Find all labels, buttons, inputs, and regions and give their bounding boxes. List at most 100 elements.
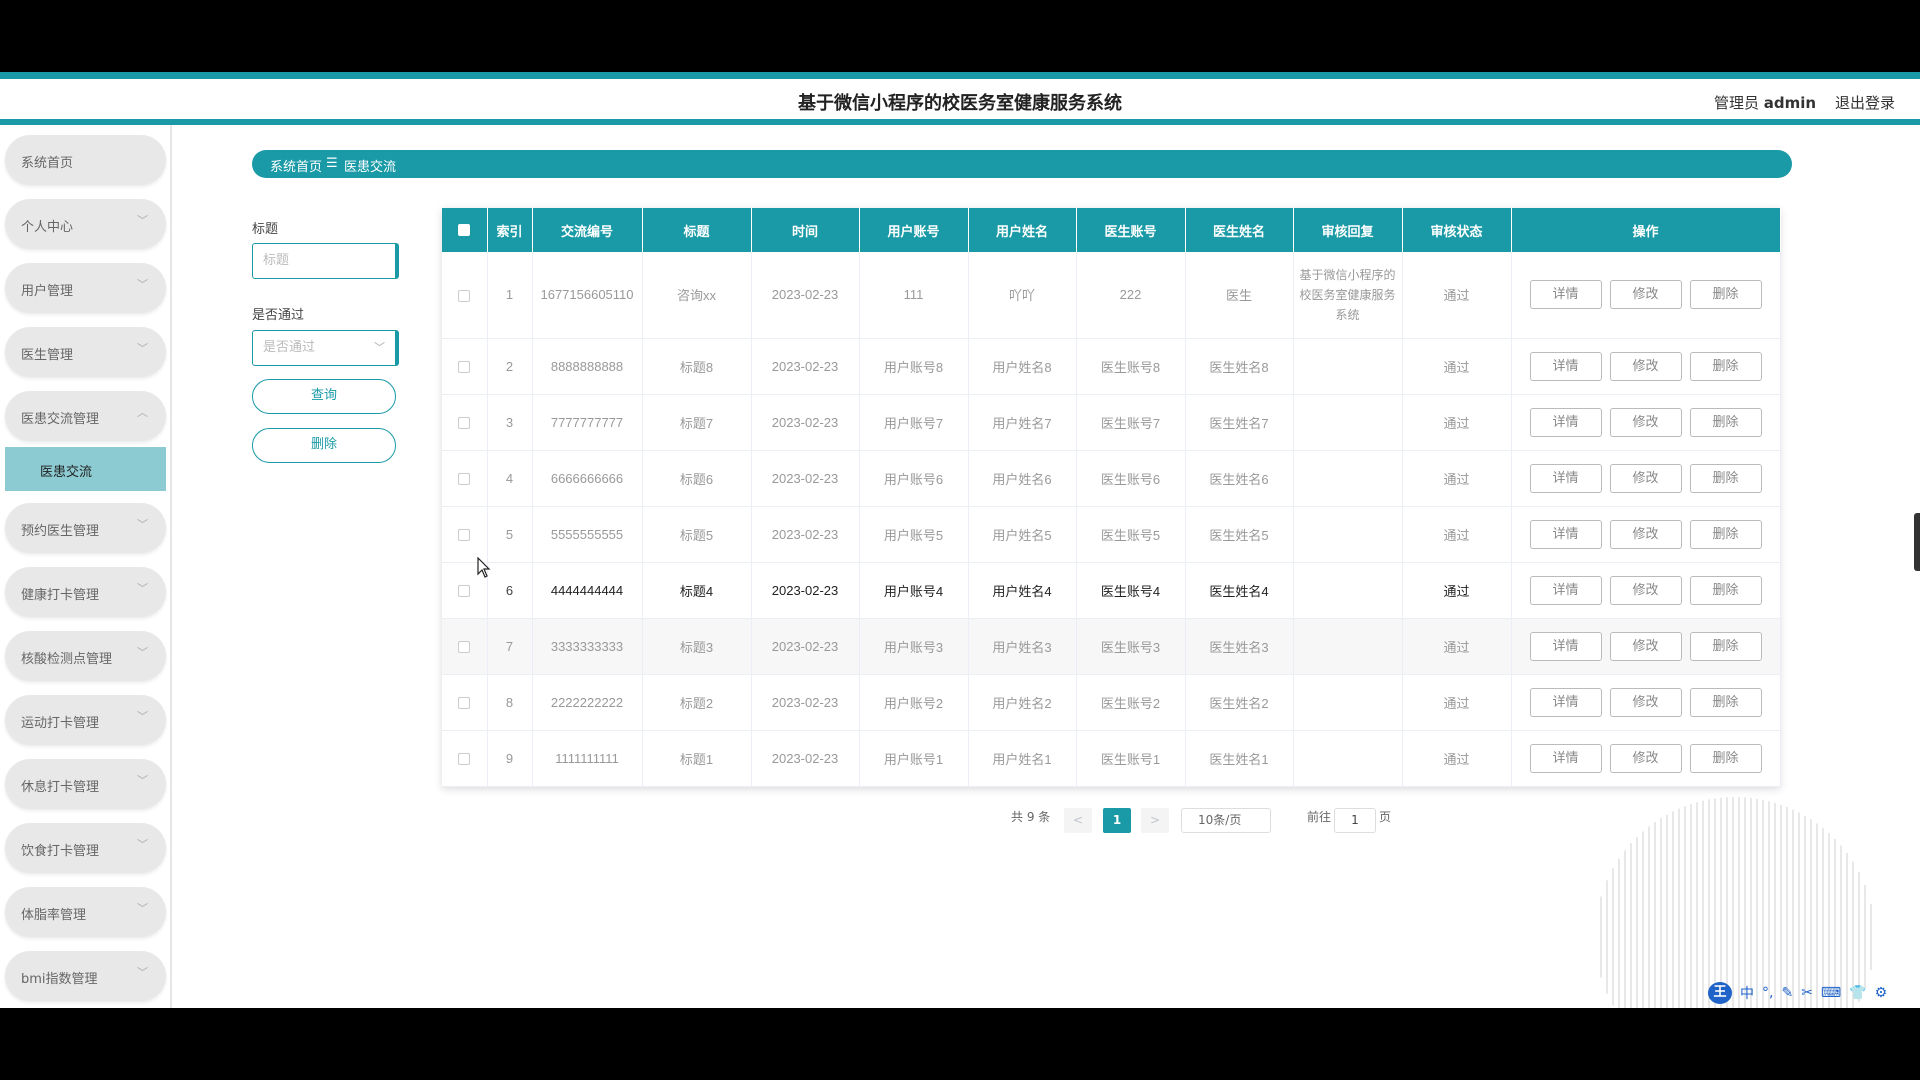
sidebar-item-label: 系统首页 [21,156,74,171]
sidebar-item-consultation-management[interactable]: 医患交流管理 ︿ [5,391,166,441]
sidebar-subitem-consultation[interactable]: 医患交流 [5,447,166,491]
breadcrumb-home[interactable]: 系统首页 [270,156,322,175]
delete-button[interactable]: 删除 [1689,687,1762,717]
title-filter-input[interactable]: 标题 [252,243,399,279]
delete-button[interactable]: 删除 [1689,351,1762,381]
audit-status: 通过 [1402,394,1512,451]
sidebar-item-label: 休息打卡管理 [21,780,100,795]
row-title: 标题4 [642,562,752,619]
row-checkbox[interactable] [442,450,488,507]
chevron-down-icon: ﹀ [137,646,148,659]
edit-button[interactable]: 修改 [1609,519,1682,549]
table-row: 8 2222222222 标题2 2023-02-23 用户账号2 用户姓名2 医生账号2 医… [442,674,1781,731]
edit-button[interactable]: 修改 [1609,687,1682,717]
delete-button[interactable]: 删除 [1689,743,1762,773]
pagination-page-1[interactable]: 1 [1103,808,1131,833]
sidebar-item-home[interactable]: 系统首页 [5,135,166,185]
row-checkbox[interactable] [442,338,488,395]
row-time: 2023-02-23 [751,394,860,451]
edit-button[interactable]: 修改 [1609,743,1682,773]
row-index: 3 [487,394,533,451]
sidebar-item-exercise-checkin[interactable]: 运动打卡管理 ﹀ [5,695,166,745]
ime-logo-icon[interactable]: 王 [1708,982,1732,1004]
edit-button[interactable]: 修改 [1609,351,1682,381]
ime-keyboard-icon[interactable]: ⌨ [1821,985,1841,1001]
ime-punctuation-icon[interactable]: °, [1762,985,1773,1001]
table-row: 2 8888888888 标题8 2023-02-23 用户账号8 用户姓名8 医生账号8 医… [442,338,1781,395]
sidebar-item-bmi[interactable]: bmi指数管理 ﹀ [5,951,166,1001]
edit-button[interactable]: 修改 [1609,407,1682,437]
edit-button[interactable]: 修改 [1609,463,1682,493]
row-checkbox[interactable] [442,506,488,563]
detail-button[interactable]: 详情 [1529,351,1602,381]
pass-filter-select[interactable]: 是否通过 ﹀ [252,330,399,366]
delete-button[interactable]: 删除 [1689,519,1762,549]
column-header: 索引 [487,208,533,252]
row-index: 6 [487,562,533,619]
row-checkbox[interactable] [442,618,488,675]
edit-button[interactable]: 修改 [1609,280,1682,310]
ime-settings-icon[interactable]: ⚙ [1875,985,1888,1001]
side-scroll-tab[interactable] [1914,513,1920,571]
row-checkbox[interactable] [442,394,488,451]
detail-button[interactable]: 详情 [1529,519,1602,549]
ime-scissors-icon[interactable]: ✂ [1801,985,1813,1001]
delete-button[interactable]: 删除 [1689,280,1762,310]
detail-button[interactable]: 详情 [1529,463,1602,493]
ime-skin-icon[interactable]: 👕 [1849,985,1866,1001]
row-checkbox[interactable] [442,674,488,731]
chevron-down-icon: ﹀ [137,710,148,723]
sidebar-item-label: 体脂率管理 [21,908,87,923]
delete-button[interactable]: 删除 [1689,575,1762,605]
sidebar-item-doctor-management[interactable]: 医生管理 ﹀ [5,327,166,377]
column-header: 标题 [642,208,752,252]
sidebar-item-rest-checkin[interactable]: 休息打卡管理 ﹀ [5,759,166,809]
row-index: 4 [487,450,533,507]
detail-button[interactable]: 详情 [1529,407,1602,437]
row-checkbox[interactable] [442,252,488,339]
row-title: 标题2 [642,674,752,731]
select-all-checkbox[interactable] [442,208,488,252]
breadcrumb-current: 医患交流 [344,160,397,175]
sidebar-item-label: 预约医生管理 [21,524,100,539]
ime-pen-icon[interactable]: ✎ [1781,985,1793,1001]
batch-delete-button[interactable]: 删除 [252,428,396,463]
sidebar-item-label: 医患交流管理 [21,412,100,427]
audit-reply [1293,730,1403,787]
row-title: 标题5 [642,506,752,563]
detail-button[interactable]: 详情 [1529,280,1602,310]
detail-button[interactable]: 详情 [1529,743,1602,773]
pagination-next-button[interactable]: > [1141,808,1169,833]
detail-button[interactable]: 详情 [1529,631,1602,661]
ime-mode-label[interactable]: 中 [1740,983,1754,1003]
sidebar-item-user-management[interactable]: 用户管理 ﹀ [5,263,166,313]
sidebar-item-diet-checkin[interactable]: 饮食打卡管理 ﹀ [5,823,166,873]
query-button[interactable]: 查询 [252,379,396,414]
row-checkbox[interactable] [442,730,488,787]
logout-link[interactable]: 退出登录 [1835,92,1895,113]
sidebar-item-appointment-management[interactable]: 预约医生管理 ﹀ [5,503,166,553]
chevron-down-icon: ﹀ [137,278,148,291]
row-actions: 详情 修改 删除 [1511,450,1781,507]
sidebar-item-personal-center[interactable]: 个人中心 ﹀ [5,199,166,249]
sidebar-item-health-checkin[interactable]: 健康打卡管理 ﹀ [5,567,166,617]
sidebar-item-body-fat[interactable]: 体脂率管理 ﹀ [5,887,166,937]
detail-button[interactable]: 详情 [1529,687,1602,717]
detail-button[interactable]: 详情 [1529,575,1602,605]
edit-button[interactable]: 修改 [1609,575,1682,605]
chevron-down-icon: ﹀ [137,582,148,595]
sidebar-item-test-site-management[interactable]: 核酸检测点管理 ﹀ [5,631,166,681]
goto-page-input[interactable]: 1 [1334,808,1376,833]
chevron-down-icon: ﹀ [137,838,148,851]
mouse-cursor-icon [477,557,491,578]
pagination-prev-button[interactable]: < [1064,808,1092,833]
table-row: 5 5555555555 标题5 2023-02-23 用户账号5 用户姓名5 医生账号5 医… [442,506,1781,563]
page-size-select[interactable]: 10条/页 [1181,808,1271,833]
chevron-up-icon: ︿ [137,406,148,419]
doctor-account: 医生账号3 [1076,618,1186,675]
delete-button[interactable]: 删除 [1689,463,1762,493]
delete-button[interactable]: 删除 [1689,631,1762,661]
doctor-name: 医生姓名2 [1185,674,1294,731]
delete-button[interactable]: 删除 [1689,407,1762,437]
edit-button[interactable]: 修改 [1609,631,1682,661]
